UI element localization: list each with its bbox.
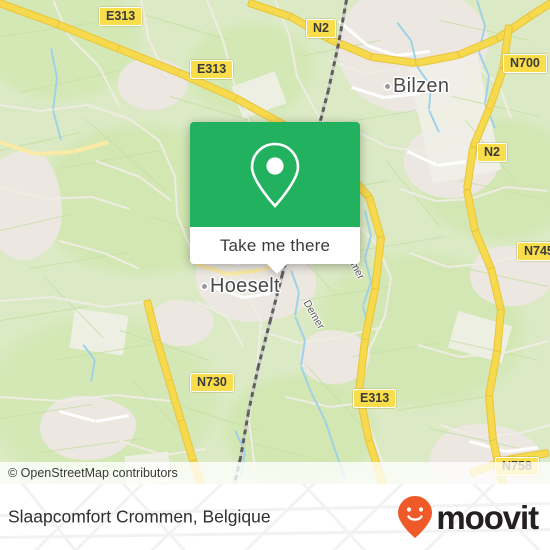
callout-pointer xyxy=(266,263,288,274)
callout-pin-panel xyxy=(190,122,360,227)
road-shield-n745: N745 xyxy=(517,242,550,261)
road-shield-n2: N2 xyxy=(306,19,336,38)
moovit-smiley-pin-icon xyxy=(398,496,433,538)
road-shield-n730: N730 xyxy=(190,373,234,392)
place-dot xyxy=(385,84,390,89)
moovit-wordmark: moovit xyxy=(436,498,539,536)
road-shield-e313: E313 xyxy=(190,60,234,79)
map-canvas[interactable]: Bilzen Hoeselt Demer Demer E313 E313 N2 N700 N… xyxy=(0,0,550,484)
take-me-there-button[interactable]: Take me there xyxy=(190,227,360,264)
place-dot xyxy=(202,284,207,289)
footer-bar: Slaapcomfort Crommen, Belgique moovit xyxy=(0,484,550,550)
footer-location-title: Slaapcomfort Crommen, Belgique xyxy=(8,506,271,527)
road-shield-n700: N700 xyxy=(503,54,547,73)
place-label-bilzen: Bilzen xyxy=(393,75,450,97)
map-pin-icon xyxy=(250,142,300,208)
location-callout[interactable]: Take me there xyxy=(190,122,360,274)
attribution-text: © OpenStreetMap contributors xyxy=(8,466,178,480)
road-shield-e313: E313 xyxy=(99,7,143,26)
map-attribution-bar: © OpenStreetMap contributors xyxy=(0,462,550,484)
road-shield-e313: E313 xyxy=(353,389,397,408)
take-me-there-label: Take me there xyxy=(219,235,331,255)
place-label-hoeselt: Hoeselt xyxy=(210,275,280,297)
road-shield-n2: N2 xyxy=(477,143,507,162)
moovit-map-screenshot: Bilzen Hoeselt Demer Demer E313 E313 N2 N700 N… xyxy=(0,0,550,550)
moovit-logo[interactable]: moovit xyxy=(397,495,539,539)
